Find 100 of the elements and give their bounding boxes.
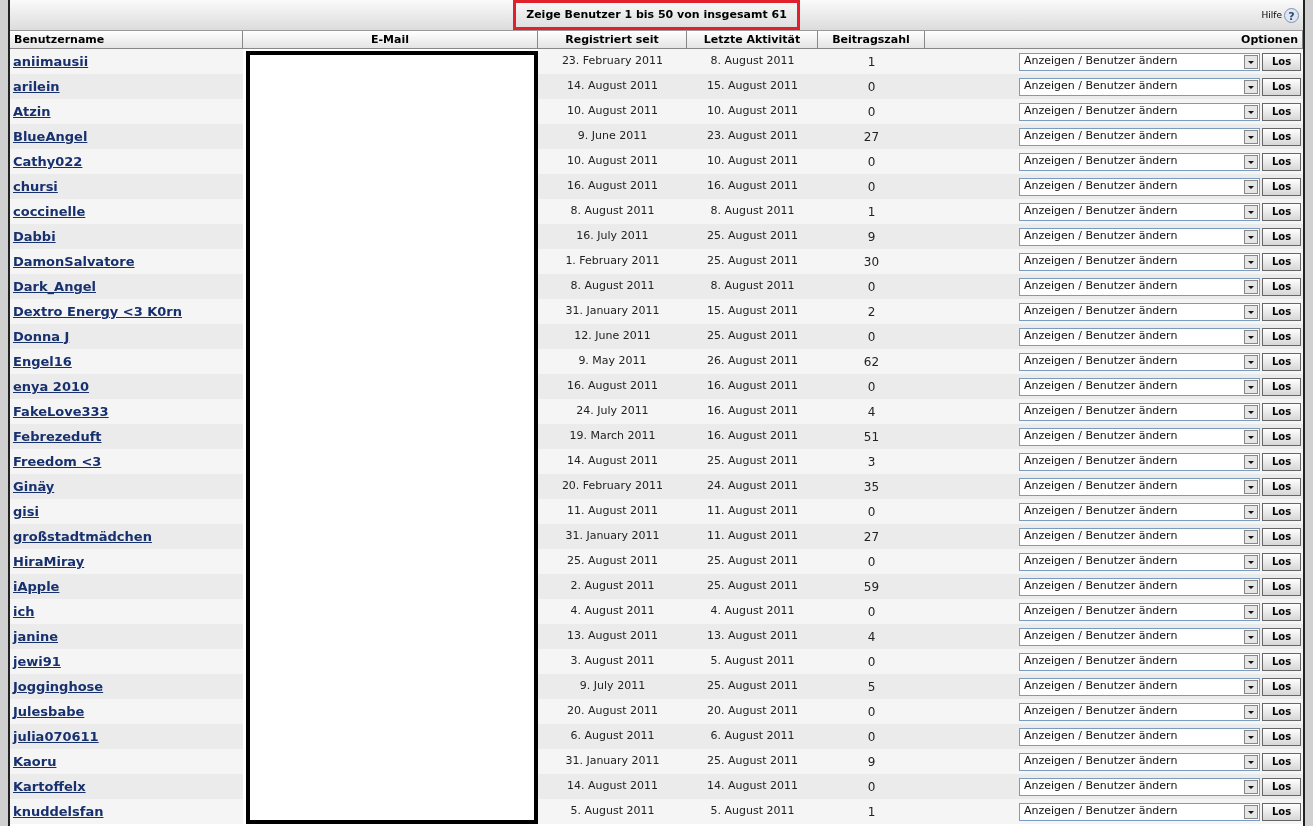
registered-date: 19. March 2011 [569,428,656,445]
username-link[interactable]: gisi [13,501,39,522]
post-count: 0 [867,78,876,96]
go-button[interactable]: Los [1262,177,1301,196]
caret-icon [1244,504,1258,519]
username-link[interactable]: iApple [13,576,60,597]
action-dropdown[interactable]: Anzeigen / Benutzer ändern [1019,152,1260,171]
action-dropdown[interactable]: Anzeigen / Benutzer ändern [1019,302,1260,321]
go-button[interactable]: Los [1262,577,1301,596]
username-link[interactable]: Kaoru [13,751,57,772]
post-count: 0 [867,653,876,671]
registered-date: 13. August 2011 [567,628,658,645]
action-dropdown[interactable]: Anzeigen / Benutzer ändern [1019,752,1260,771]
last-activity-date: 11. August 2011 [707,503,798,520]
action-dropdown[interactable]: Anzeigen / Benutzer ändern [1019,252,1260,271]
action-dropdown[interactable]: Anzeigen / Benutzer ändern [1019,527,1260,546]
action-dropdown[interactable]: Anzeigen / Benutzer ändern [1019,702,1260,721]
go-button[interactable]: Los [1262,727,1301,746]
go-button[interactable]: Los [1262,227,1301,246]
go-button[interactable]: Los [1262,152,1301,171]
action-dropdown[interactable]: Anzeigen / Benutzer ändern [1019,602,1260,621]
username-link[interactable]: ich [13,601,35,622]
action-dropdown[interactable]: Anzeigen / Benutzer ändern [1019,377,1260,396]
action-dropdown[interactable]: Anzeigen / Benutzer ändern [1019,652,1260,671]
post-count: 1 [867,53,876,71]
last-activity-date: 25. August 2011 [707,228,798,245]
go-button[interactable]: Los [1262,202,1301,221]
post-count: 0 [867,553,876,571]
action-dropdown[interactable]: Anzeigen / Benutzer ändern [1019,777,1260,796]
go-button[interactable]: Los [1262,802,1301,821]
go-button[interactable]: Los [1262,77,1301,96]
action-dropdown[interactable]: Anzeigen / Benutzer ändern [1019,627,1260,646]
action-dropdown[interactable]: Anzeigen / Benutzer ändern [1019,677,1260,696]
action-dropdown[interactable]: Anzeigen / Benutzer ändern [1019,402,1260,421]
post-count: 0 [867,328,876,346]
action-dropdown[interactable]: Anzeigen / Benutzer ändern [1019,452,1260,471]
action-dropdown[interactable]: Anzeigen / Benutzer ändern [1019,577,1260,596]
username-link[interactable]: Ginäy [13,476,55,497]
go-button[interactable]: Los [1262,652,1301,671]
username-link[interactable]: janine [13,626,58,647]
registered-date: 20. February 2011 [561,478,664,495]
action-dropdown[interactable]: Anzeigen / Benutzer ändern [1019,502,1260,521]
username-link[interactable]: Dabbi [13,226,56,247]
action-dropdown[interactable]: Anzeigen / Benutzer ändern [1019,802,1260,821]
action-dropdown[interactable]: Anzeigen / Benutzer ändern [1019,327,1260,346]
action-dropdown[interactable]: Anzeigen / Benutzer ändern [1019,477,1260,496]
go-button[interactable]: Los [1262,552,1301,571]
go-button[interactable]: Los [1262,452,1301,471]
go-button[interactable]: Los [1262,127,1301,146]
help-link[interactable]: Hilfe [1261,8,1282,23]
go-button[interactable]: Los [1262,327,1301,346]
action-dropdown[interactable]: Anzeigen / Benutzer ändern [1019,727,1260,746]
action-dropdown[interactable]: Anzeigen / Benutzer ändern [1019,352,1260,371]
post-count: 0 [867,153,876,171]
go-button[interactable]: Los [1262,602,1301,621]
post-count: 0 [867,728,876,746]
username-link[interactable]: jewi91 [13,651,61,672]
go-button[interactable]: Los [1262,427,1301,446]
action-dropdown[interactable]: Anzeigen / Benutzer ändern [1019,427,1260,446]
last-activity-date: 13. August 2011 [707,628,798,645]
username-link[interactable]: chursi [13,176,58,197]
action-dropdown[interactable]: Anzeigen / Benutzer ändern [1019,177,1260,196]
registered-date: 23. February 2011 [561,53,664,70]
registered-date: 16. July 2011 [576,228,649,245]
registered-date: 2. August 2011 [570,578,655,595]
go-button[interactable]: Los [1262,52,1301,71]
go-button[interactable]: Los [1262,677,1301,696]
action-dropdown[interactable]: Anzeigen / Benutzer ändern [1019,552,1260,571]
last-activity-date: 25. August 2011 [707,453,798,470]
go-button[interactable]: Los [1262,277,1301,296]
go-button[interactable]: Los [1262,702,1301,721]
action-dropdown[interactable]: Anzeigen / Benutzer ändern [1019,77,1260,96]
action-dropdown[interactable]: Anzeigen / Benutzer ändern [1019,277,1260,296]
go-button[interactable]: Los [1262,627,1301,646]
go-button[interactable]: Los [1262,527,1301,546]
help-icon[interactable]: ? [1284,8,1299,23]
action-dropdown[interactable]: Anzeigen / Benutzer ändern [1019,52,1260,71]
action-dropdown[interactable]: Anzeigen / Benutzer ändern [1019,102,1260,121]
caret-icon [1244,729,1258,744]
caret-icon [1244,54,1258,69]
go-button[interactable]: Los [1262,777,1301,796]
action-dropdown[interactable]: Anzeigen / Benutzer ändern [1019,127,1260,146]
go-button[interactable]: Los [1262,377,1301,396]
go-button[interactable]: Los [1262,352,1301,371]
go-button[interactable]: Los [1262,252,1301,271]
go-button[interactable]: Los [1262,302,1301,321]
caret-icon [1244,629,1258,644]
go-button[interactable]: Los [1262,102,1301,121]
username-link[interactable]: Atzin [13,101,51,122]
go-button[interactable]: Los [1262,477,1301,496]
username-link[interactable]: arilein [13,76,60,97]
go-button[interactable]: Los [1262,752,1301,771]
last-activity-date: 16. August 2011 [707,403,798,420]
go-button[interactable]: Los [1262,402,1301,421]
go-button[interactable]: Los [1262,502,1301,521]
caret-icon [1244,529,1258,544]
action-dropdown[interactable]: Anzeigen / Benutzer ändern [1019,202,1260,221]
last-activity-date: 16. August 2011 [707,178,798,195]
action-dropdown[interactable]: Anzeigen / Benutzer ändern [1019,227,1260,246]
registered-date: 9. July 2011 [579,678,646,695]
